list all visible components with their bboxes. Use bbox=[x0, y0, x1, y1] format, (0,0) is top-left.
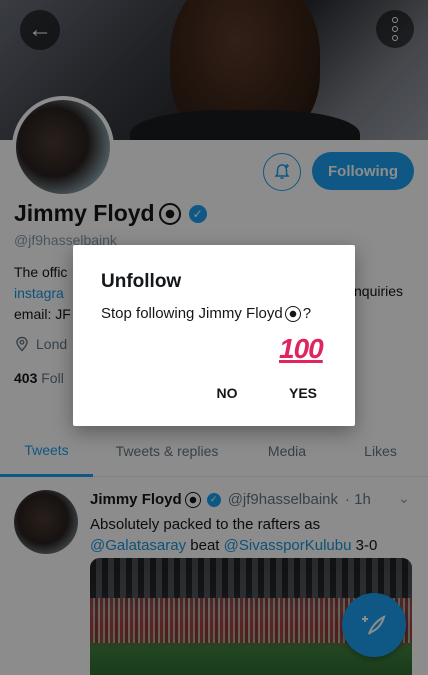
unfollow-dialog: Unfollow Stop following Jimmy Floyd ? 10… bbox=[73, 245, 355, 426]
profile-screen: ← Following Jimmy Floyd ✓ @jf9hasselbain… bbox=[0, 0, 428, 675]
dialog-message: Stop following Jimmy Floyd ? bbox=[101, 305, 312, 322]
soccer-ball-icon bbox=[284, 305, 301, 322]
hundred-points-icon: 100 bbox=[279, 333, 324, 364]
no-button[interactable]: NO bbox=[203, 379, 251, 407]
dialog-title: Unfollow bbox=[101, 271, 182, 292]
yes-button[interactable]: YES bbox=[279, 379, 327, 407]
